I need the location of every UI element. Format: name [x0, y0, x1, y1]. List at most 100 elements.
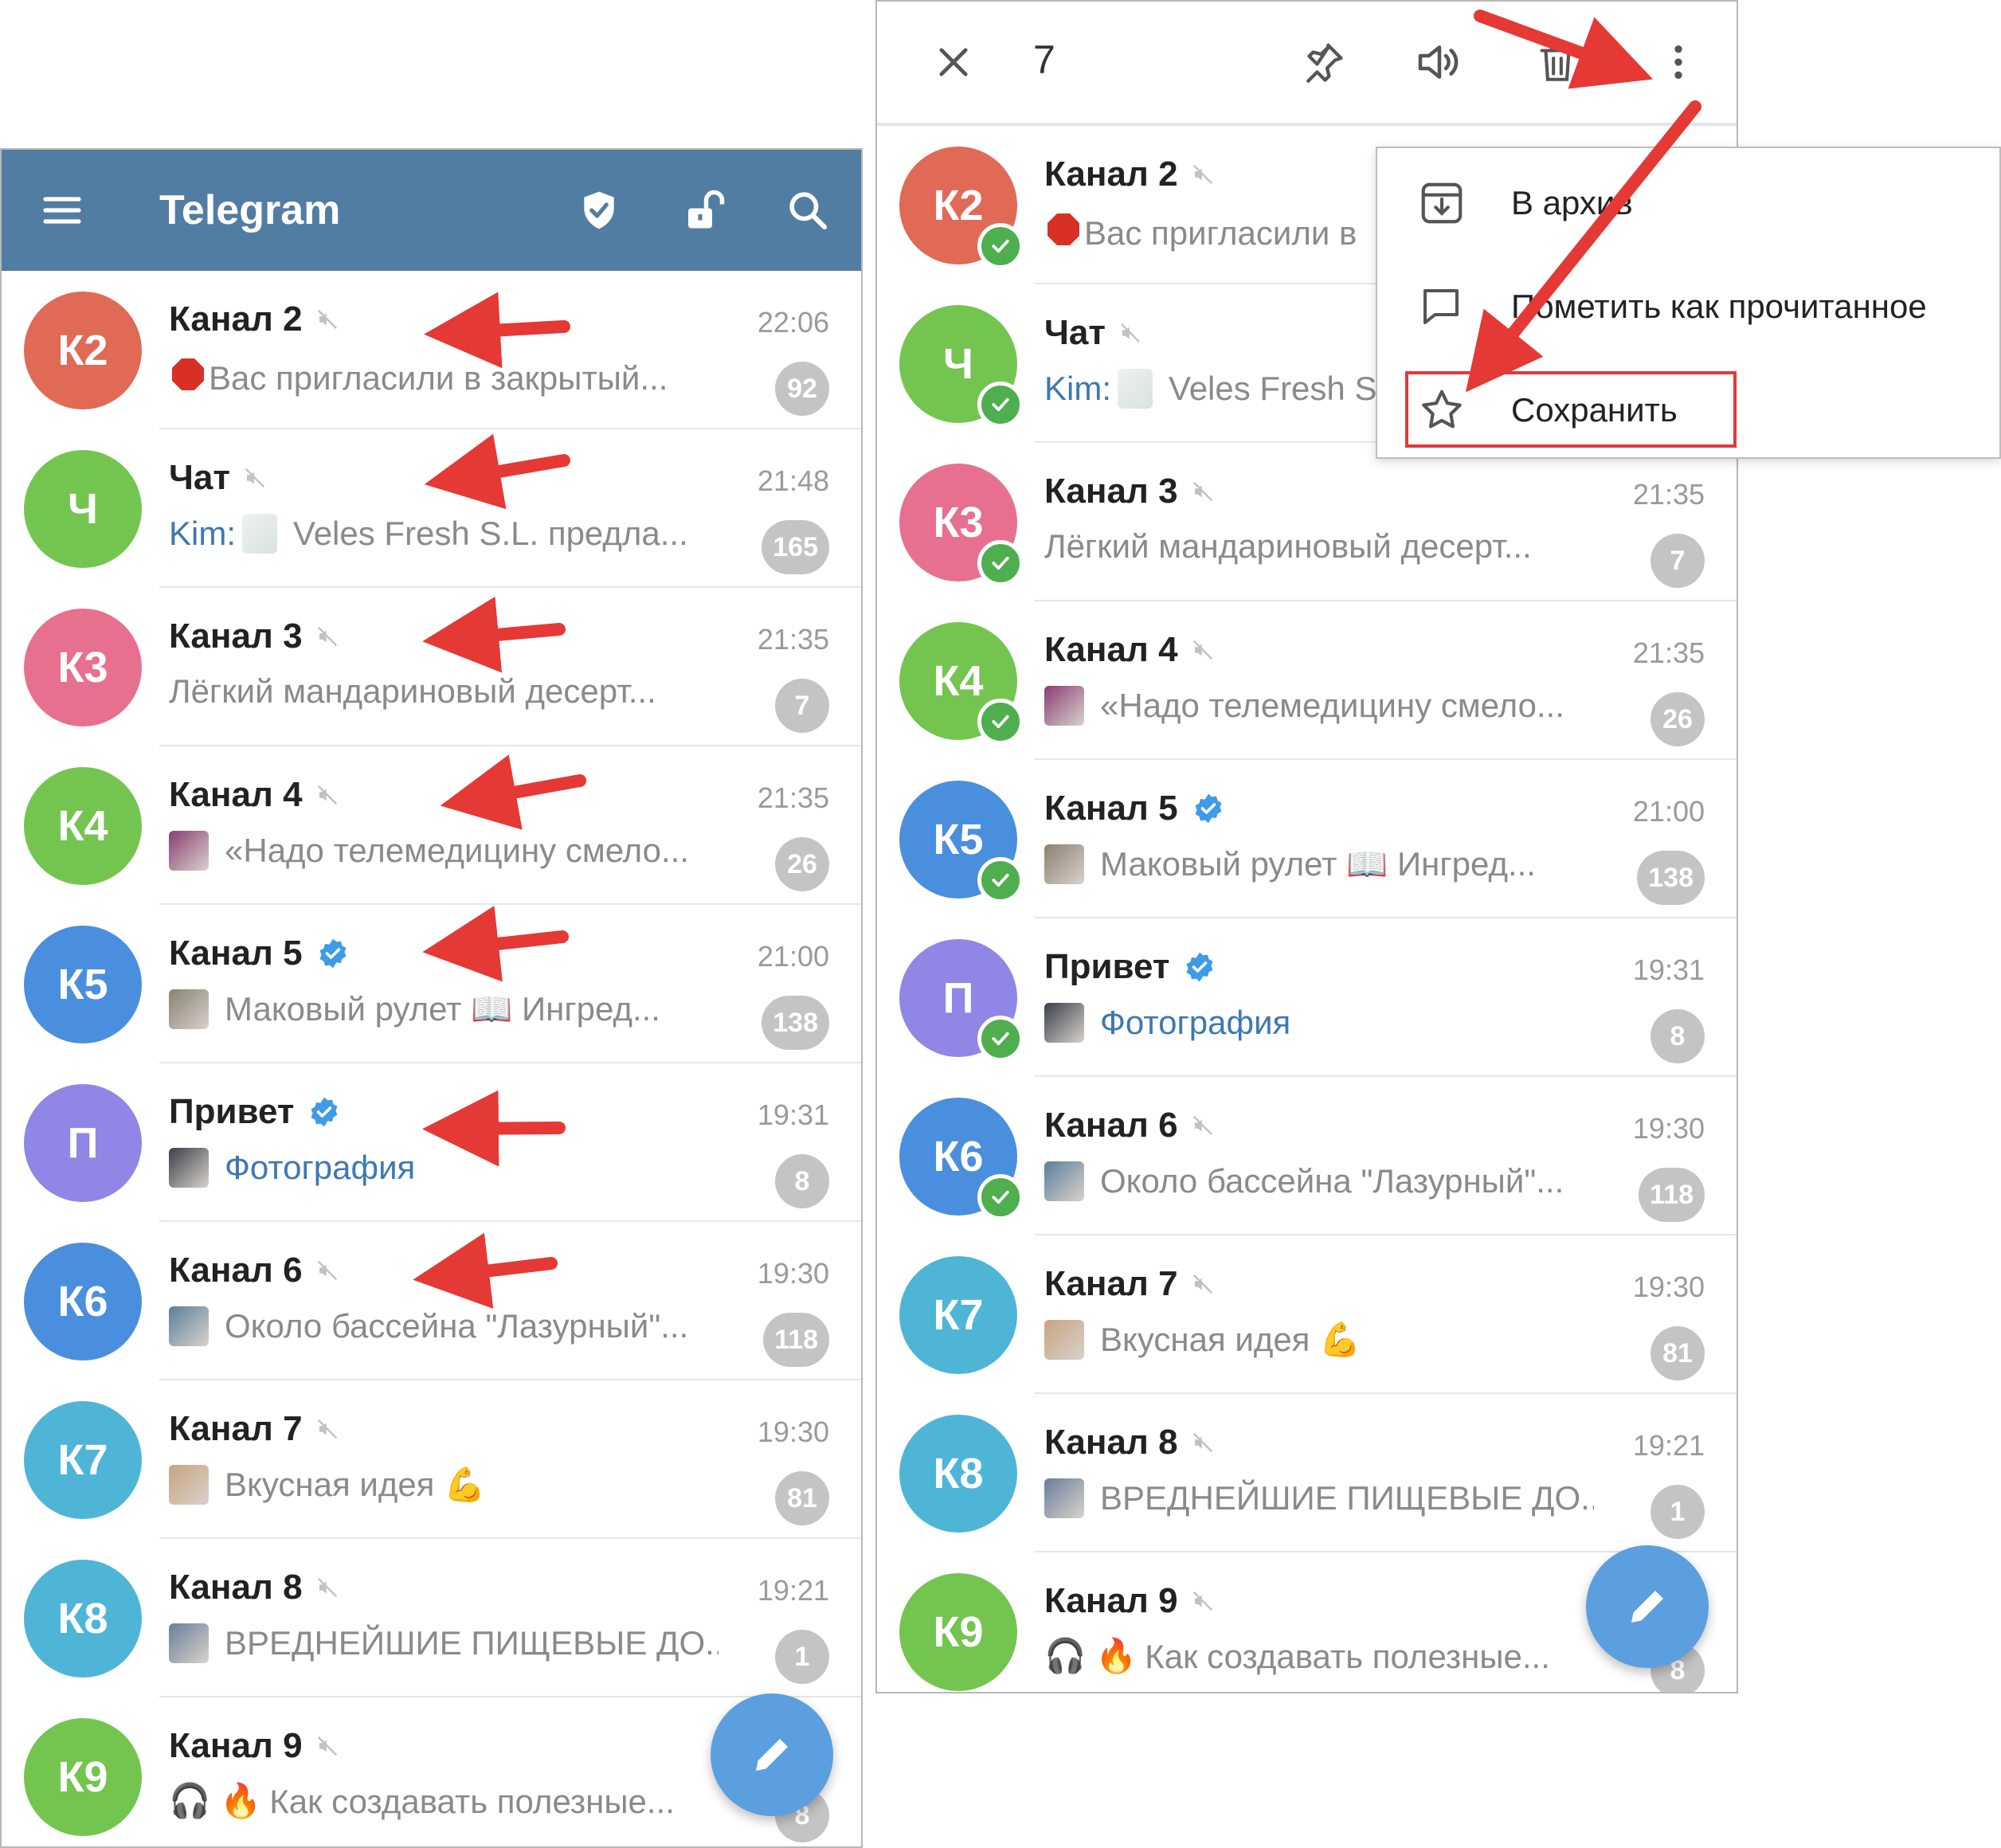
preview-thumbnail — [1044, 1003, 1084, 1043]
chat-row-k7[interactable]: К7 Канал 7 19:30 Вкусная идея 💪 81 — [877, 1235, 1737, 1394]
selected-check-icon — [977, 223, 1024, 269]
unread-badge: 118 — [1639, 1168, 1705, 1222]
muted-icon — [315, 1734, 339, 1758]
chat-name: Канал 6 — [1044, 1106, 1215, 1145]
chat-name: Чат — [169, 458, 267, 498]
menu-item-mark-read[interactable]: Пометить как прочитанное — [1377, 255, 1999, 358]
preview-text: Фотография — [1100, 1004, 1291, 1041]
avatar: К5 — [24, 926, 142, 1043]
chat-name: Чат — [1044, 313, 1142, 353]
preview-sender: Kim: — [169, 515, 236, 552]
chat-preview: Маковый рулет 📖 Ингред... — [1044, 844, 1594, 884]
context-menu: В архив Пометить как прочитанное Сохрани… — [1376, 147, 2001, 459]
selected-check-icon — [977, 382, 1024, 428]
chat-row-k5[interactable]: К5 Канал 5 21:00 Маковый рулет 📖 Ингред... 1… — [2, 905, 861, 1063]
chat-name: Канал 2 — [1044, 155, 1215, 194]
chat-row-k3[interactable]: К3 Канал 3 21:35 Лёгкий мандариновый десерт… — [2, 588, 861, 746]
unmute-button[interactable] — [1408, 30, 1471, 94]
preview-thumbnail — [169, 1148, 209, 1188]
compose-button[interactable] — [711, 1693, 833, 1816]
verified-icon — [308, 1096, 340, 1128]
search-icon — [789, 192, 828, 230]
preview-thumbnail — [169, 1306, 209, 1346]
close-selection-button[interactable] — [922, 30, 985, 94]
muted-icon — [315, 1259, 339, 1282]
preview-thumbnail — [1044, 1320, 1084, 1360]
delete-button[interactable] — [1525, 30, 1589, 94]
chat-name-text: Канал 9 — [169, 1726, 303, 1765]
chat-row-k6[interactable]: К6 Канал 6 19:30 Около бассейна "Лазурный".… — [2, 1222, 861, 1380]
unread-badge: 92 — [775, 362, 829, 416]
muted-icon — [1191, 1114, 1215, 1137]
preview-thumbnail — [1044, 1161, 1084, 1201]
pin-button[interactable] — [1291, 30, 1355, 94]
chat-row-k8[interactable]: К8 Канал 8 19:21 ВРЕДНЕЙШИЕ ПИЩЕВЫЕ ДО... 1 — [877, 1394, 1737, 1552]
preview-text: Маковый рулет 📖 Ингред... — [1100, 844, 1536, 883]
app-title: Telegram — [159, 187, 341, 233]
selected-check-icon — [977, 857, 1024, 903]
preview-thumbnail — [169, 831, 209, 871]
unlock-icon — [688, 190, 725, 229]
preview-text: Маковый рулет 📖 Ингред... — [225, 989, 660, 1028]
unread-badge: 118 — [763, 1313, 829, 1367]
chat-name: Канал 6 — [169, 1251, 339, 1290]
chat-name: Канал 3 — [169, 617, 339, 656]
menu-item-archive[interactable]: В архив — [1377, 151, 1999, 255]
chat-name-text: Канал 3 — [169, 617, 303, 656]
chat-row-k6[interactable]: К6 Канал 6 19:30 Около бассейна "Лазурный".… — [877, 1077, 1737, 1235]
menu-button[interactable] — [30, 178, 94, 242]
chat-name: Канал 8 — [169, 1568, 339, 1607]
chat-preview: ВРЕДНЕЙШИЕ ПИЩЕВЫЕ ДО... — [1044, 1478, 1594, 1518]
preview-emoji: 🎧 🔥 — [169, 1782, 262, 1819]
preview-thumbnail — [1044, 844, 1084, 884]
muted-icon — [1118, 321, 1142, 345]
chat-time: 21:35 — [1632, 636, 1705, 669]
chat-row-k3[interactable]: К3 Канал 3 21:35 Лёгкий мандариновый десерт… — [877, 443, 1737, 601]
preview-thumbnail — [169, 1465, 209, 1505]
chat-row-k2[interactable]: К2 Канал 2 22:06 Вас пригласили в закрытый.… — [2, 271, 861, 429]
preview-text: Как создавать полезные... — [269, 1782, 675, 1820]
chat-name: Канал 9 — [169, 1726, 339, 1766]
chat-preview: Около бассейна "Лазурный"... — [1044, 1161, 1594, 1201]
more-options-button[interactable] — [1647, 30, 1710, 94]
chat-preview: Маковый рулет 📖 Ингред... — [169, 989, 719, 1029]
save-highlight-box — [1405, 371, 1737, 448]
chat-row-privet[interactable]: П Привет 19:31 Фотография 8 — [877, 918, 1737, 1077]
chat-name-text: Канал 5 — [1044, 789, 1178, 828]
chat-preview: Около бассейна "Лазурный"... — [169, 1306, 719, 1346]
preview-text: Лёгкий мандариновый десерт... — [1044, 527, 1532, 565]
lock-button[interactable] — [672, 178, 736, 242]
chat-preview: Фотография — [169, 1148, 719, 1188]
preview-thumbnail — [1044, 686, 1084, 726]
chat-name: Канал 5 — [1044, 789, 1224, 828]
chat-name: Канал 4 — [169, 775, 339, 815]
compose-button[interactable] — [1586, 1545, 1709, 1668]
close-icon — [939, 48, 968, 76]
chat-row-k8[interactable]: К8 Канал 8 19:21 ВРЕДНЕЙШИЕ ПИЩЕВЫЕ ДО... 1 — [2, 1539, 861, 1697]
shield-icon — [584, 191, 614, 229]
preview-thumbnail — [1118, 369, 1153, 409]
avatar: П — [24, 1084, 142, 1202]
chat-row-k4[interactable]: К4 Канал 4 21:35 «Надо телемедицину смело..… — [2, 746, 861, 905]
muted-icon — [243, 466, 267, 490]
preview-text: Veles Fresh S.L. предла... — [293, 515, 688, 552]
chat-row-k7[interactable]: К7 Канал 7 19:30 Вкусная идея 💪 81 — [2, 1380, 861, 1539]
unread-badge: 26 — [1651, 692, 1705, 746]
chat-preview: ВРЕДНЕЙШИЕ ПИЩЕВЫЕ ДО... — [169, 1623, 719, 1663]
search-button[interactable] — [776, 178, 840, 242]
selected-check-icon — [977, 699, 1024, 745]
chat-name: Привет — [1044, 947, 1216, 987]
proxy-button[interactable] — [567, 178, 631, 242]
chat-row-k4[interactable]: К4 Канал 4 21:35 «Надо телемедицину смело..… — [877, 601, 1737, 760]
chat-name-text: Канал 7 — [1044, 1264, 1178, 1303]
chat-name-text: Привет — [1044, 947, 1170, 986]
chat-row-privet[interactable]: П Привет 19:31 Фотография 8 — [2, 1063, 861, 1222]
unread-badge: 81 — [1651, 1326, 1705, 1380]
chat-name: Канал 7 — [169, 1409, 339, 1449]
chat-row-chat[interactable]: Ч Чат 21:48 Kim: Veles Fresh S.L. предла... 1… — [2, 429, 861, 588]
menu-icon — [43, 197, 81, 224]
chat-time: 19:30 — [1632, 1112, 1705, 1145]
app-header: Telegram — [2, 150, 861, 271]
preview-text: ВРЕДНЕЙШИЕ ПИЩЕВЫЕ ДО... — [1100, 1479, 1594, 1517]
chat-row-k5[interactable]: К5 Канал 5 21:00 Маковый рулет 📖 Ингред... 1… — [877, 760, 1737, 918]
